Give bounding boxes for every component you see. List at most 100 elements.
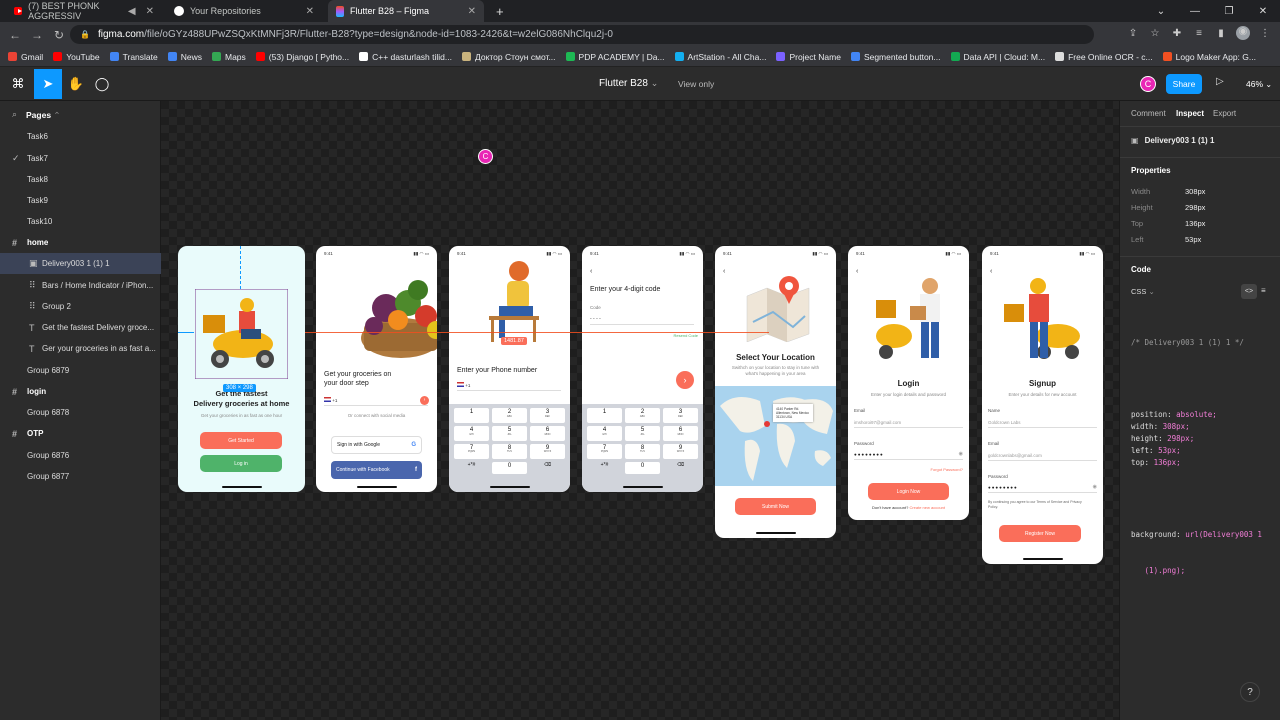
layer-row[interactable]: Group 6877 xyxy=(0,466,161,487)
prop-left-value[interactable]: 53px xyxy=(1185,235,1201,244)
keypad-key[interactable]: 7 PQRS xyxy=(587,443,622,459)
tab-export[interactable]: Export xyxy=(1213,109,1236,118)
layer-row[interactable]: Task8 xyxy=(0,169,161,190)
phone-code-field[interactable]: +1 xyxy=(324,397,428,406)
comment-tool-icon[interactable]: ◯ xyxy=(88,69,116,99)
close-window-icon[interactable]: ✕ xyxy=(1246,6,1280,17)
file-name[interactable]: Flutter B28 ⌄ xyxy=(599,78,658,89)
bookmark-item[interactable]: Free Online OCR - c... xyxy=(1055,52,1153,62)
bookmark-item[interactable]: Project Name xyxy=(776,52,841,62)
layer-row[interactable]: ▣ Delivery003 1 (1) 1 xyxy=(0,253,161,274)
log-in-button[interactable]: Log in xyxy=(200,455,282,472)
move-tool-icon[interactable]: ➤ xyxy=(34,69,62,99)
layer-row[interactable]: # OTP xyxy=(0,423,161,444)
keypad-key[interactable]: 6 MNO xyxy=(530,425,565,441)
name-field[interactable]: Goldcrown Labs xyxy=(988,420,1097,428)
register-now-button[interactable]: Register Now xyxy=(999,525,1081,542)
new-tab-icon[interactable]: + xyxy=(488,0,512,22)
next-arrow-button[interactable]: › xyxy=(420,396,429,405)
zoom-level[interactable]: 46% ⌄ xyxy=(1246,79,1272,89)
google-signin-button[interactable]: Sign in with Google G xyxy=(331,436,422,454)
back-icon[interactable]: ‹ xyxy=(990,268,992,275)
keypad-key[interactable]: 9 WXYZ xyxy=(530,443,565,459)
keypad-key[interactable]: 2 ABC xyxy=(492,408,527,423)
eye-icon[interactable]: ◉ xyxy=(1093,484,1097,490)
keypad-key[interactable]: 2 ABC xyxy=(625,408,660,423)
submit-now-button[interactable]: Submit Now xyxy=(735,498,816,515)
back-arrow-icon[interactable]: ← xyxy=(4,28,26,42)
hand-tool-icon[interactable]: ✋ xyxy=(62,69,90,99)
list-view-icon[interactable]: ≡ xyxy=(1261,286,1266,295)
layer-row[interactable]: Task6 xyxy=(0,126,161,147)
avatar[interactable]: C xyxy=(1140,76,1156,92)
layer-row[interactable]: Task10 xyxy=(0,211,161,232)
keypad-key[interactable]: +*# xyxy=(587,462,622,474)
layer-row[interactable]: T Ger your groceries in as fast a... xyxy=(0,338,161,359)
search-icon[interactable]: ⌕ xyxy=(12,109,17,120)
back-icon[interactable]: ‹ xyxy=(723,268,725,275)
screen-home[interactable]: 308 × 298 Get the fastest Delivery groce… xyxy=(178,246,305,492)
keypad-key[interactable]: ⌫ xyxy=(663,462,698,474)
close-tab-icon[interactable]: ✕ xyxy=(146,6,154,17)
reload-icon[interactable]: ↻ xyxy=(48,28,70,42)
present-play-icon[interactable]: ▷ xyxy=(1216,76,1224,87)
share-page-icon[interactable]: ⇪ xyxy=(1126,28,1140,39)
pages-header[interactable]: ⌕ Pages ⌃ xyxy=(0,101,161,126)
password-field[interactable]: ●●●●●●●● xyxy=(988,485,1097,493)
forgot-password-link[interactable]: Forgot Password? xyxy=(931,467,963,472)
profile-avatar-icon[interactable]: ◉ xyxy=(1236,26,1250,40)
facebook-button[interactable]: Continue with Facebook f xyxy=(331,461,422,479)
layer-row[interactable]: ⠿ Bars / Home Indicator / iPhon... xyxy=(0,275,161,296)
browser-tab-figma[interactable]: Flutter B28 – Figma ✕ xyxy=(328,0,484,22)
keypad-key[interactable]: +*# xyxy=(454,462,489,474)
layer-row[interactable]: T Get the fastest Delivery groce... xyxy=(0,317,161,338)
help-button[interactable]: ? xyxy=(1240,682,1260,702)
screen-phone-number[interactable]: 9:41 ▮▮ ◠ ▭ 1481.87 Enter your Phone num… xyxy=(449,246,570,492)
layer-row[interactable]: Group 6876 xyxy=(0,445,161,466)
prop-height-value[interactable]: 298px xyxy=(1185,203,1205,212)
bookmark-item[interactable]: ArtStation - All Cha... xyxy=(674,52,766,62)
share-button[interactable]: Share xyxy=(1166,74,1202,94)
screen-login[interactable]: 9:41 ▮▮ ◠ ▭ ‹ Login Enter your login det… xyxy=(848,246,969,520)
url-input[interactable]: 🔒 figma.com/file/oGYz488UPwZSQxKtMNFj3R/… xyxy=(70,25,1094,44)
world-map[interactable]: 4140 Parker Rd. Allentown, New Mexico 31… xyxy=(715,386,836,486)
screen-social-login[interactable]: 9:41 ▮▮ ◠ ▭ Get your groceries on your d… xyxy=(316,246,437,492)
bookmark-item[interactable]: Logo Maker App: G... xyxy=(1162,52,1256,62)
browser-tab-youtube[interactable]: (7) BEST PHONK AGGRESSIV ◀ ✕ xyxy=(6,0,162,22)
keypad-key[interactable]: 8 TUV xyxy=(492,443,527,459)
layer-row[interactable]: Task9 xyxy=(0,190,161,211)
screen-location[interactable]: 9:41 ▮▮ ◠ ▭ ‹ Select Your Location Swith… xyxy=(715,246,836,538)
keypad-key[interactable]: 3 DEF xyxy=(663,408,698,423)
layer-row[interactable]: Group 6879 xyxy=(0,360,161,381)
keypad-key[interactable]: 5 JKL xyxy=(625,425,660,441)
forward-arrow-icon[interactable]: → xyxy=(26,28,48,42)
layer-row[interactable]: ✓ Task7 xyxy=(0,148,161,169)
keypad-key[interactable]: 9 WXYZ xyxy=(663,443,698,459)
keypad-key[interactable]: 7 PQRS xyxy=(454,443,489,459)
side-panel-icon[interactable]: ▮ xyxy=(1214,28,1228,39)
layer-row[interactable]: # login xyxy=(0,381,161,402)
bookmark-item[interactable]: (53) Django [ Pytho... xyxy=(255,52,349,62)
otp-code-input[interactable]: - - - - xyxy=(590,316,694,325)
next-arrow-button[interactable]: › xyxy=(676,371,694,389)
minimize-icon[interactable]: — xyxy=(1178,6,1212,17)
password-field[interactable]: ●●●●●●●● xyxy=(854,452,963,460)
tab-search-icon[interactable]: ⌄ xyxy=(1144,6,1178,17)
bookmark-item[interactable]: Translate xyxy=(109,52,158,62)
code-language-select[interactable]: CSS ⌄ xyxy=(1131,287,1155,296)
keypad-key[interactable]: 1 xyxy=(587,408,622,423)
back-icon[interactable]: ‹ xyxy=(856,268,858,275)
login-now-button[interactable]: Login Now xyxy=(868,483,949,500)
bookmark-item[interactable]: YouTube xyxy=(53,52,100,62)
extensions-icon[interactable]: ✚ xyxy=(1170,28,1184,39)
close-tab-icon[interactable]: ✕ xyxy=(306,6,314,17)
bookmark-item[interactable]: Segmented button... xyxy=(850,52,941,62)
keypad-key[interactable]: 0 xyxy=(492,461,527,474)
prop-top-value[interactable]: 136px xyxy=(1185,219,1205,228)
tab-comment[interactable]: Comment xyxy=(1131,109,1166,118)
bookmark-item[interactable]: Gmail xyxy=(8,52,43,62)
layer-row[interactable]: Group 6878 xyxy=(0,402,161,423)
close-tab-icon[interactable]: ✕ xyxy=(468,6,476,17)
menu-dots-icon[interactable]: ⋮ xyxy=(1258,28,1272,39)
code-view-icon[interactable]: <> xyxy=(1241,284,1257,299)
